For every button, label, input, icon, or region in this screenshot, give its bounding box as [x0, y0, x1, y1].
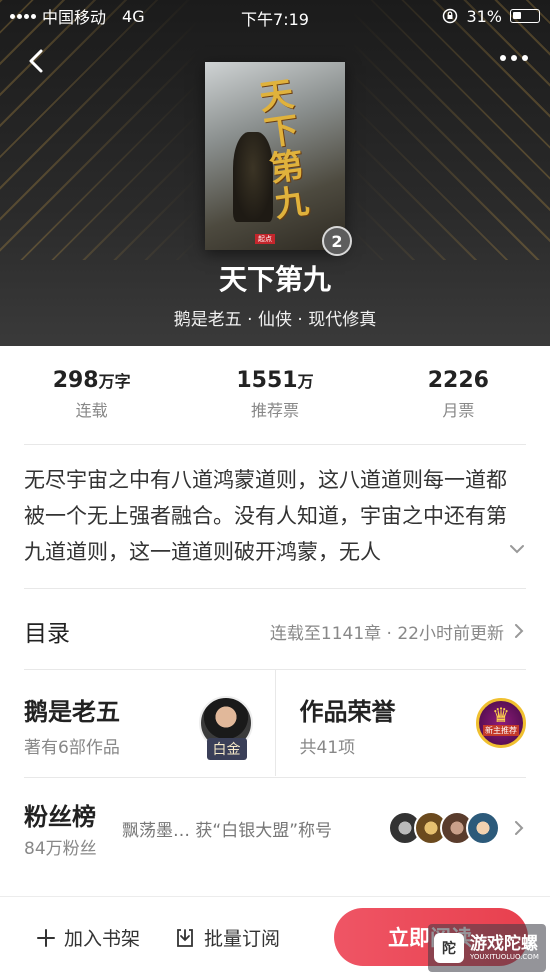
divider — [24, 444, 526, 445]
battery-icon — [510, 9, 540, 23]
toc-update-info: 连载至1141章 · 22小时前更新 — [269, 623, 504, 644]
header-decoration-left — [0, 0, 200, 260]
stat-value: 1551 — [236, 368, 298, 393]
stat-word-count: 298万字 连载 — [0, 346, 183, 444]
info-cards: 鹅是老五 著有6部作品 白金 作品荣誉 共41项 新主推荐 — [0, 670, 550, 776]
stat-recommend-votes[interactable]: 1551万 推荐票 — [183, 346, 366, 444]
book-header: 中国移动 4G 下午7:19 31% 天下第九 起点 2 天下第九 鹅是老五 ·… — [0, 0, 550, 346]
fans-avatars — [388, 811, 500, 845]
cover-publisher-logo: 起点 — [255, 234, 275, 244]
honor-badge-icon: 新主推荐 — [476, 698, 526, 748]
stat-value: 2226 — [427, 368, 489, 393]
status-time: 下午7:19 — [241, 10, 309, 29]
stat-monthly-votes[interactable]: 2226 月票 — [367, 346, 550, 444]
add-to-shelf-label: 加入书架 — [64, 928, 141, 950]
stat-label: 月票 — [442, 401, 475, 420]
fans-title: 粉丝榜 — [24, 803, 96, 831]
batch-subscribe-button[interactable]: 批量订阅 — [174, 924, 280, 951]
toc-title: 目录 — [24, 621, 70, 647]
fans-news: 飘荡墨… 获“白银大盟”称号 — [122, 820, 333, 841]
stat-label: 连载 — [75, 401, 108, 420]
download-icon — [177, 928, 193, 947]
stats-row: 298万字 连载 1551万 推荐票 2226 月票 — [0, 346, 550, 444]
book-synopsis[interactable]: 无尽宇宙之中有八道鸿蒙道则，这八道道则每一道都被一个无上强者融合。没有人知道，宇… — [24, 462, 524, 572]
chevron-right-icon — [515, 821, 524, 835]
batch-subscribe-label: 批量订阅 — [204, 928, 281, 950]
honor-card[interactable]: 作品荣誉 共41项 新主推荐 — [274, 670, 550, 776]
stat-value: 298 — [52, 368, 99, 393]
watermark-subtext: YOUXITUOLUO.COM — [470, 953, 539, 961]
stat-unit: 万 — [297, 372, 314, 391]
stat-unit: 万字 — [98, 372, 131, 391]
header-decoration-right — [350, 0, 550, 260]
chevron-down-icon[interactable] — [508, 540, 526, 558]
book-meta: 鹅是老五 · 仙侠 · 现代修真 — [173, 310, 377, 330]
book-cover[interactable]: 天下第九 起点 — [205, 62, 345, 250]
divider — [24, 777, 526, 778]
watermark: 陀 游戏陀螺 YOUXITUOLUO.COM — [428, 924, 546, 972]
fans-ranking-row[interactable]: 粉丝榜 84万粉丝 飘荡墨… 获“白银大盟”称号 — [24, 780, 526, 876]
chevron-right-icon — [515, 624, 524, 638]
book-title: 天下第九 — [218, 263, 331, 296]
author-level-badge: 白金 — [206, 738, 247, 760]
stat-label: 推荐票 — [250, 401, 299, 420]
author-card[interactable]: 鹅是老五 著有6部作品 白金 — [0, 670, 275, 776]
fan-avatar — [466, 811, 500, 845]
status-bar: 中国移动 4G 下午7:19 31% — [0, 0, 550, 32]
table-of-contents-row[interactable]: 目录 连载至1141章 · 22小时前更新 — [24, 594, 526, 668]
add-to-shelf-button[interactable]: 加入书架 — [36, 924, 140, 951]
cover-badge: 2 — [322, 226, 352, 256]
divider — [24, 588, 526, 589]
more-options-icon[interactable] — [500, 55, 528, 61]
back-icon[interactable] — [22, 46, 52, 76]
watermark-text: 游戏陀螺 — [470, 934, 538, 954]
fans-count: 84万粉丝 — [24, 839, 97, 859]
watermark-logo: 陀 — [434, 933, 464, 963]
plus-icon — [37, 928, 55, 947]
